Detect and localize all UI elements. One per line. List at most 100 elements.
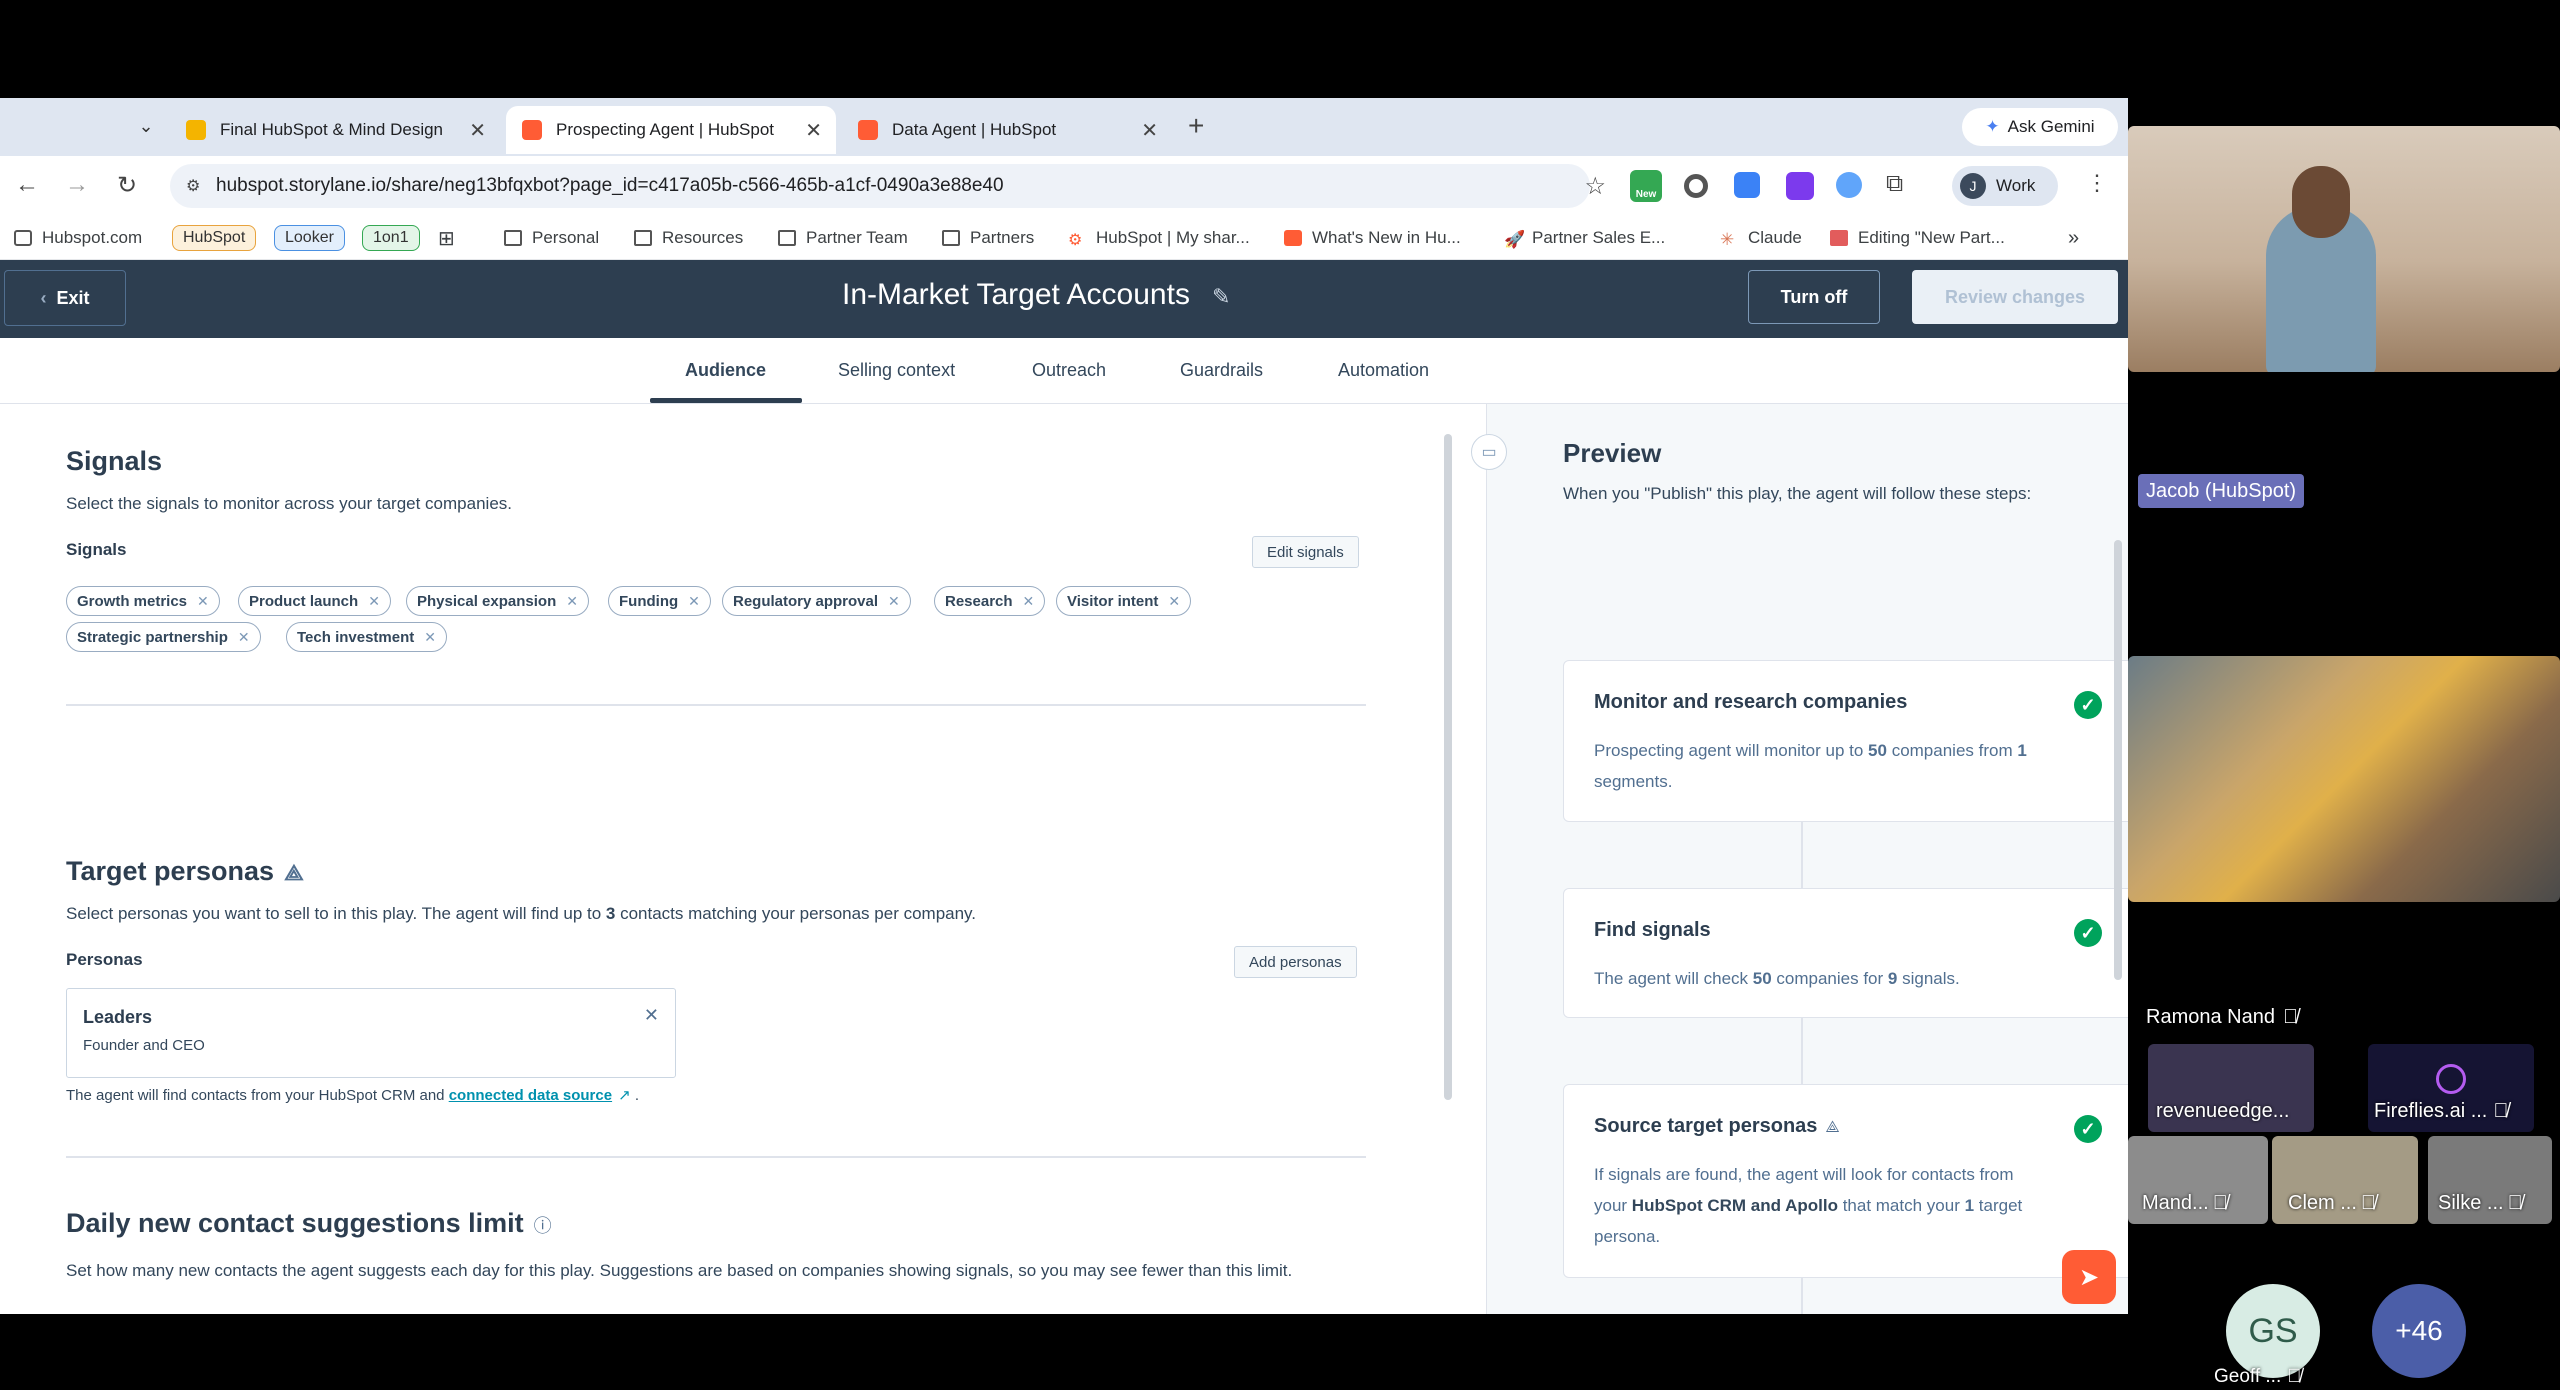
forward-arrow-icon[interactable]: → [62, 170, 92, 200]
section-divider [66, 1156, 1366, 1158]
remove-chip-icon[interactable]: ✕ [197, 593, 209, 610]
bookmark-folder[interactable]: Personal [504, 224, 599, 252]
bookmark-item[interactable]: What's New in Hu... [1284, 224, 1461, 252]
hubspot-favicon-icon [522, 120, 542, 140]
participant-tile[interactable]: Silke ... 🎙̸ [2428, 1136, 2552, 1224]
signal-chip[interactable]: Visitor intent ✕ [1056, 586, 1192, 616]
send-feedback-button[interactable]: ➤ [2062, 1250, 2116, 1304]
extension-blue-icon[interactable] [1734, 172, 1760, 198]
tab-selling-context[interactable]: Selling context [838, 360, 955, 381]
signal-chip[interactable]: Product launch ✕ [238, 586, 391, 616]
review-changes-button[interactable]: Review changes [1912, 270, 2118, 324]
bookmark-item[interactable]: ✳ Claude [1720, 224, 1802, 252]
close-tab-icon[interactable]: ✕ [469, 118, 486, 143]
rocket-icon: 🚀 [1504, 230, 1526, 249]
ask-gemini-button[interactable]: ✦ Ask Gemini [1962, 108, 2118, 146]
page-title: In-Market Target Accounts ✎ [842, 278, 1231, 311]
signal-chip[interactable]: Research ✕ [934, 586, 1046, 616]
bookmark-pill-looker[interactable]: Looker [274, 224, 345, 252]
reload-icon[interactable]: ↻ [112, 170, 142, 200]
remove-chip-icon[interactable]: ✕ [1023, 593, 1035, 610]
remove-chip-icon[interactable]: ✕ [238, 629, 250, 646]
avatar[interactable]: GS [2226, 1284, 2320, 1378]
bookmark-item[interactable]: 🚀 Partner Sales E... [1504, 224, 1665, 252]
new-tab-button[interactable]: + [1188, 110, 1204, 142]
checkmark-icon: ✓ [2074, 919, 2102, 947]
extension-purple-icon[interactable] [1786, 172, 1814, 200]
extension-swirl-icon[interactable] [1836, 172, 1862, 198]
target-personas-heading: Target personas ⟁ [66, 856, 304, 886]
muted-mic-icon: 🎙̸ [2282, 1006, 2298, 1028]
browser-menu-icon[interactable]: ⋮ [2086, 170, 2108, 196]
add-personas-button[interactable]: Add personas [1234, 946, 1357, 978]
turn-off-button[interactable]: Turn off [1748, 270, 1880, 324]
more-participants-button[interactable]: +46 [2372, 1284, 2466, 1378]
participant-video-host[interactable] [2128, 126, 2560, 372]
remove-chip-icon[interactable]: ✕ [424, 629, 436, 646]
signal-chip[interactable]: Physical expansion ✕ [406, 586, 589, 616]
bookmark-item[interactable]: Hubspot.com [14, 224, 142, 252]
left-panel-scrollbar[interactable] [1444, 434, 1452, 1100]
signal-chip[interactable]: Tech investment ✕ [286, 622, 447, 652]
bookmark-pill-1on1[interactable]: 1on1 [362, 224, 420, 252]
edit-signals-button[interactable]: Edit signals [1252, 536, 1359, 568]
bookmark-folder[interactable]: Resources [634, 224, 743, 252]
apps-grid-icon[interactable]: ⊞ [438, 224, 455, 252]
person-head [2292, 166, 2350, 238]
remove-chip-icon[interactable]: ✕ [1168, 593, 1180, 610]
browser-tab[interactable]: Data Agent | HubSpot ✕ [842, 106, 1172, 154]
remove-persona-icon[interactable]: ✕ [644, 1005, 659, 1026]
bookmark-item[interactable]: Editing "New Part... [1830, 224, 2005, 252]
tab-search-chevron-icon[interactable]: ⌄ [132, 112, 160, 140]
browser-tab[interactable]: Final HubSpot & Mind Design ✕ [170, 106, 500, 154]
preview-scrollbar[interactable] [2114, 540, 2122, 980]
checkmark-icon: ✓ [2074, 1115, 2102, 1143]
connected-data-source-link[interactable]: connected data source [449, 1087, 612, 1104]
participant-video-room[interactable] [2128, 656, 2560, 902]
extension-circle-icon[interactable] [1684, 174, 1708, 198]
back-arrow-icon[interactable]: ← [12, 170, 42, 200]
participant-tile[interactable]: Fireflies.ai ... 🎙̸ [2368, 1044, 2534, 1132]
signal-chip[interactable]: Growth metrics ✕ [66, 586, 220, 616]
url-bar[interactable]: ⚙ hubspot.storylane.io/share/neg13bfqxbo… [170, 164, 1606, 208]
remove-chip-icon[interactable]: ✕ [888, 593, 900, 610]
audience-form: Signals Select the signals to monitor ac… [0, 404, 1460, 1314]
bookmark-folder[interactable]: Partner Team [778, 224, 908, 252]
info-icon[interactable]: ⓘ [534, 1216, 552, 1236]
browser-tab-active[interactable]: Prospecting Agent | HubSpot ✕ [506, 106, 836, 154]
close-tab-icon[interactable]: ✕ [805, 118, 822, 143]
remove-chip-icon[interactable]: ✕ [688, 593, 700, 610]
limit-heading: Daily new contact suggestions limit ⓘ [66, 1208, 552, 1238]
meeting-participants-panel: Jacob (HubSpot) Ramona Nand 🎙̸ revenueedg… [2128, 0, 2560, 1390]
tab-automation[interactable]: Automation [1338, 360, 1429, 381]
signal-chip[interactable]: Strategic partnership ✕ [66, 622, 261, 652]
exit-button[interactable]: ‹ Exit [4, 270, 126, 326]
extensions-puzzle-icon[interactable]: ⧉ [1886, 170, 1903, 198]
more-bookmarks-icon[interactable]: » [2068, 224, 2079, 252]
site-settings-icon[interactable]: ⚙ [186, 176, 200, 196]
profile-button[interactable]: J Work [1952, 166, 2058, 206]
tab-audience[interactable]: Audience [685, 360, 766, 381]
participant-tile[interactable]: Mand... 🎙̸ [2128, 1136, 2268, 1224]
folder-icon [942, 230, 960, 246]
tab-guardrails[interactable]: Guardrails [1180, 360, 1263, 381]
preview-description: When you "Publish" this play, the agent … [1563, 484, 2032, 503]
signal-chip[interactable]: Regulatory approval ✕ [722, 586, 911, 616]
extension-new-icon[interactable]: New [1630, 170, 1662, 202]
bookmark-item[interactable]: ⚙ HubSpot | My shar... [1068, 224, 1250, 252]
remove-chip-icon[interactable]: ✕ [566, 593, 578, 610]
bookmark-pill-hubspot[interactable]: HubSpot [172, 224, 257, 252]
step-description: Prospecting agent will monitor up to 50 … [1594, 741, 2027, 791]
collapse-panel-icon[interactable]: ▭ [1471, 434, 1507, 470]
pencil-edit-icon[interactable]: ✎ [1212, 284, 1230, 309]
remove-chip-icon[interactable]: ✕ [368, 593, 380, 610]
bookmark-star-icon[interactable]: ☆ [1584, 172, 1606, 201]
data-source-note: The agent will find contacts from your H… [66, 1087, 639, 1104]
participant-tile[interactable]: revenueedge... [2148, 1044, 2314, 1132]
bookmark-folder[interactable]: Partners [942, 224, 1034, 252]
signal-chip[interactable]: Funding ✕ [608, 586, 711, 616]
checkmark-icon: ✓ [2074, 691, 2102, 719]
tab-outreach[interactable]: Outreach [1032, 360, 1106, 381]
close-tab-icon[interactable]: ✕ [1141, 118, 1158, 143]
participant-tile[interactable]: Clem ... 🎙̸ [2272, 1136, 2418, 1224]
